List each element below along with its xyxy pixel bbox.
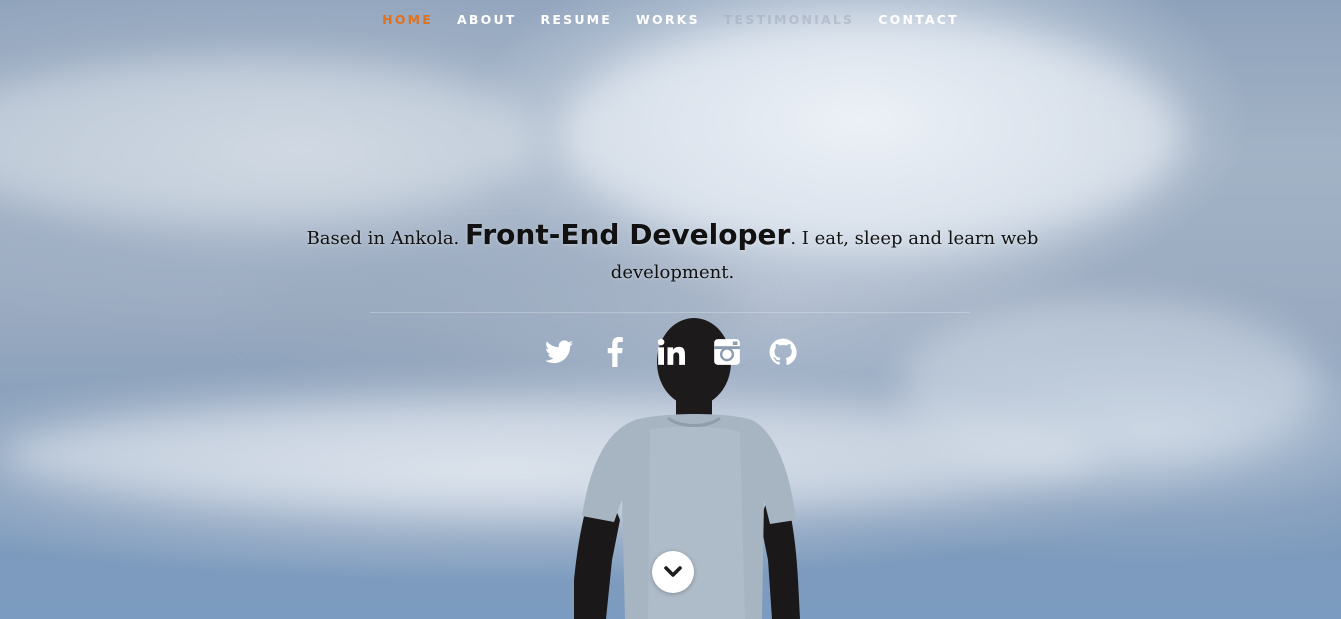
- linkedin-icon[interactable]: [655, 336, 686, 368]
- social-links: [0, 336, 1341, 368]
- hero-headline: Based in Ankola. Front-End Developer. I …: [300, 218, 1045, 290]
- facebook-icon[interactable]: [599, 336, 630, 368]
- nav-item-testimonials[interactable]: TESTIMONIALS: [712, 0, 866, 40]
- main-nav: HOME ABOUT RESUME WORKS TESTIMONIALS CON…: [0, 0, 1341, 40]
- hero-role: Front-End Developer: [465, 218, 791, 251]
- person-silhouette: [574, 318, 800, 619]
- nav-item-about[interactable]: ABOUT: [445, 0, 529, 40]
- github-icon[interactable]: [767, 336, 798, 368]
- scroll-down-button[interactable]: [652, 551, 694, 593]
- instagram-icon[interactable]: [711, 336, 742, 368]
- nav-item-home[interactable]: HOME: [370, 0, 445, 40]
- hero-divider: [370, 312, 970, 313]
- nav-item-works[interactable]: WORKS: [624, 0, 712, 40]
- chevron-down-icon: [664, 566, 682, 577]
- nav-item-resume[interactable]: RESUME: [529, 0, 625, 40]
- hero-intro: Based in Ankola.: [306, 228, 460, 249]
- hero-section: HOME ABOUT RESUME WORKS TESTIMONIALS CON…: [0, 0, 1341, 619]
- nav-item-contact[interactable]: CONTACT: [866, 0, 971, 40]
- twitter-icon[interactable]: [543, 336, 574, 368]
